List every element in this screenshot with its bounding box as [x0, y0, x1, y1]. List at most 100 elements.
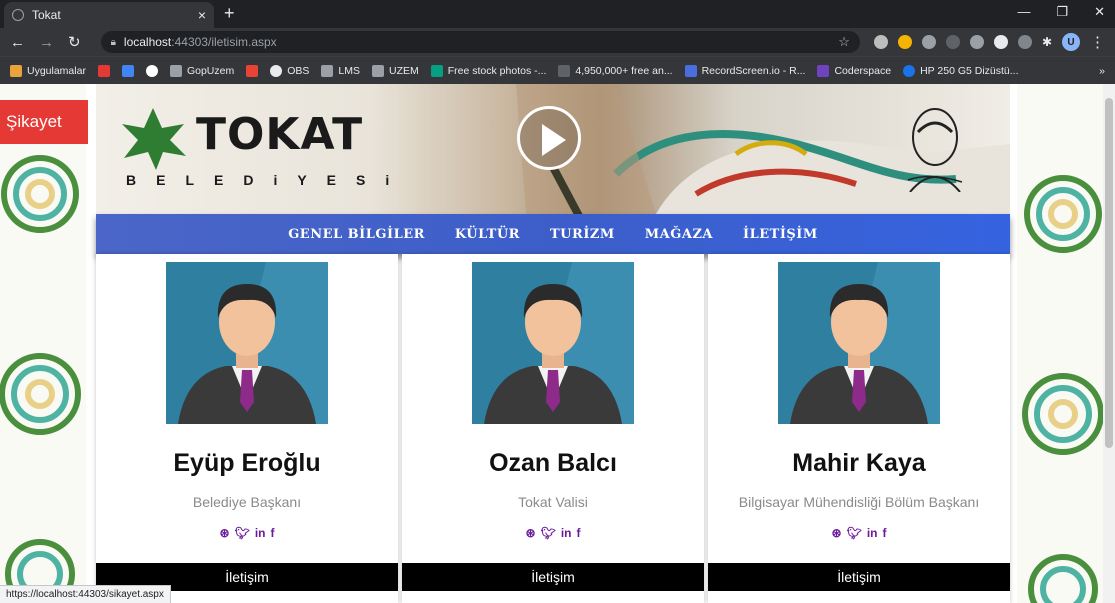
twitter-icon[interactable]: 🐦︎ — [541, 526, 556, 540]
profile-avatar[interactable]: U — [1062, 33, 1080, 51]
facebook-icon[interactable]: f — [882, 526, 886, 540]
facebook-icon[interactable]: f — [576, 526, 580, 540]
puzzle-icon[interactable]: ✱ — [1042, 35, 1052, 49]
dribbble-icon[interactable]: ⊛ — [832, 526, 842, 540]
bookmark-icon — [903, 64, 916, 77]
extension-icon[interactable] — [921, 35, 936, 49]
contact-name: Eyüp Eroğlu — [173, 449, 321, 477]
extension-icon[interactable] — [897, 35, 912, 49]
dribbble-icon[interactable]: ⊛ — [526, 526, 536, 540]
bookmark-icon — [684, 64, 697, 77]
contact-cards: Eyüp Eroğlu Belediye Başkanı ⊛ 🐦︎ in f İ… — [96, 254, 1010, 603]
tab-close-icon[interactable]: × — [198, 7, 206, 23]
youtube-icon — [97, 64, 110, 77]
linkedin-icon[interactable]: in — [255, 526, 266, 540]
tab-title: Tokat — [32, 8, 61, 22]
bookmark-item[interactable] — [97, 64, 110, 77]
url-path: :44303/iletisim.aspx — [171, 35, 277, 49]
person-avatar-icon — [472, 262, 634, 424]
status-bar-url: https://localhost:44303/sikayet.aspx — [0, 585, 171, 603]
bookmark-item[interactable]: Coderspace — [817, 64, 891, 77]
bookmark-icon — [270, 64, 283, 77]
ornament-pattern — [1022, 175, 1103, 603]
contact-button[interactable]: İletişim — [708, 563, 1010, 591]
social-links: ⊛ 🐦︎ in f — [402, 526, 704, 540]
window-controls: — ❐ ✕ — [1017, 4, 1105, 20]
nav-genel-bilgiler[interactable]: GENEL BİLGİLER — [288, 227, 425, 242]
scrollbar-thumb[interactable] — [1105, 98, 1113, 448]
bookmark-item[interactable]: Uygulamalar — [10, 64, 86, 77]
apps-icon — [10, 64, 22, 77]
nav-iletisim[interactable]: İLETİŞİM — [743, 227, 818, 242]
extension-icon[interactable] — [945, 35, 960, 49]
facebook-icon[interactable]: f — [270, 526, 274, 540]
dribbble-icon[interactable]: ⊛ — [220, 526, 230, 540]
side-pattern-right — [1017, 84, 1103, 603]
extension-icon[interactable] — [993, 35, 1008, 49]
forward-icon[interactable]: → — [39, 34, 54, 51]
bookmark-icon — [558, 64, 571, 77]
bookmark-icon — [817, 64, 830, 77]
extension-icon[interactable] — [969, 35, 984, 49]
extension-icon[interactable] — [873, 35, 888, 49]
bookmark-item[interactable] — [145, 64, 158, 77]
person-avatar-icon — [166, 262, 328, 424]
contact-name: Ozan Balcı — [489, 449, 617, 477]
browser-chrome: Tokat × + — ❐ ✕ ← → ↻ 🔒︎ localhost :4430… — [0, 0, 1115, 84]
menu-kebab-icon[interactable]: ⋮ — [1090, 33, 1105, 51]
nav-kultur[interactable]: KÜLTÜR — [455, 227, 520, 242]
bookmark-item[interactable] — [121, 64, 134, 77]
lock-icon: 🔒︎ — [110, 36, 116, 48]
contact-role: Tokat Valisi — [518, 494, 588, 510]
nav-turizm[interactable]: TURİZM — [550, 227, 615, 242]
bookmark-icon — [169, 64, 182, 77]
extension-icon[interactable] — [1017, 35, 1032, 49]
contact-button[interactable]: İletişim — [402, 563, 704, 591]
page-viewport: Şikayet TOKAT BELEDiYESi GENEL BİLGİLER … — [0, 84, 1103, 603]
twitter-icon[interactable]: 🐦︎ — [847, 526, 862, 540]
bookmark-item[interactable]: OBS — [270, 64, 309, 77]
extension-icons: ✱ U ⋮ — [873, 33, 1105, 51]
close-window-button[interactable]: ✕ — [1094, 4, 1105, 20]
page-scrollbar[interactable] — [1103, 84, 1115, 603]
linkedin-icon[interactable]: in — [561, 526, 572, 540]
contact-card: Mahir Kaya Bilgisayar Mühendisliği Bölüm… — [708, 254, 1010, 603]
bookmark-item[interactable] — [246, 64, 259, 77]
social-links: ⊛ 🐦︎ in f — [96, 526, 398, 540]
contact-card: Eyüp Eroğlu Belediye Başkanı ⊛ 🐦︎ in f İ… — [96, 254, 398, 603]
bookmark-star-icon[interactable]: ☆ — [838, 34, 850, 50]
play-video-button[interactable] — [517, 106, 581, 170]
bookmark-item[interactable]: GopUzem — [169, 64, 234, 77]
bookmark-item[interactable]: 4,950,000+ free an... — [558, 64, 673, 77]
reload-icon[interactable]: ↻ — [68, 33, 81, 51]
bookmarks-overflow[interactable]: » — [1099, 65, 1105, 77]
address-bar[interactable]: 🔒︎ localhost :44303/iletisim.aspx ☆ — [100, 31, 860, 53]
bookmark-icon — [430, 64, 443, 77]
contact-role: Belediye Başkanı — [192, 494, 302, 510]
linkedin-icon[interactable]: in — [867, 526, 878, 540]
bookmarks-bar: Uygulamalar GopUzem OBS LMS UZEM Free st… — [0, 56, 1115, 84]
browser-tab[interactable]: Tokat × — [4, 2, 214, 28]
complaint-button[interactable]: Şikayet — [0, 100, 88, 144]
restore-button[interactable]: ❐ — [1056, 4, 1068, 20]
contact-role: Bilgisayar Mühendisliği Bölüm Başkanı — [738, 494, 980, 510]
contact-card: Ozan Balcı Tokat Valisi ⊛ 🐦︎ in f İletiş… — [402, 254, 704, 603]
bookmark-item[interactable]: RecordScreen.io - R... — [684, 64, 805, 77]
bookmark-icon — [321, 64, 334, 77]
main-nav: GENEL BİLGİLER KÜLTÜR TURİZM MAĞAZA İLET… — [96, 214, 1010, 254]
logo-subtitle: BELEDiYESi — [126, 172, 410, 188]
logo-title: TOKAT — [196, 109, 364, 160]
bookmark-item[interactable]: Free stock photos -... — [430, 64, 546, 77]
bookmark-item[interactable]: HP 250 G5 Dizüstü... — [903, 64, 1019, 77]
globe-icon — [12, 9, 24, 21]
nav-magaza[interactable]: MAĞAZA — [645, 227, 713, 242]
tab-bar: Tokat × + — [0, 0, 1115, 28]
back-icon[interactable]: ← — [10, 34, 25, 51]
bookmark-item[interactable]: LMS — [321, 64, 360, 77]
gmail-icon — [246, 64, 259, 77]
ornament-pattern — [0, 155, 81, 603]
minimize-button[interactable]: — — [1017, 4, 1030, 20]
twitter-icon[interactable]: 🐦︎ — [235, 526, 250, 540]
new-tab-button[interactable]: + — [224, 3, 235, 24]
bookmark-item[interactable]: UZEM — [372, 64, 419, 77]
